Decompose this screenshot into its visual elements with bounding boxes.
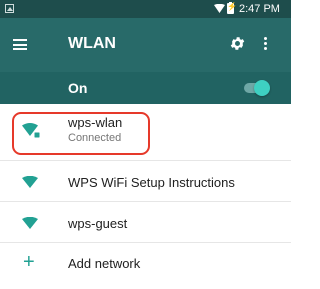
- page-title: WLAN: [68, 35, 116, 52]
- wifi-icon: [22, 176, 38, 188]
- wifi-signal-icon: [214, 4, 225, 13]
- selection-highlight-outline: [12, 112, 150, 155]
- clock: 2:47 PM: [239, 3, 280, 15]
- toggle-thumb[interactable]: [254, 80, 270, 96]
- more-options-icon[interactable]: [264, 37, 268, 53]
- add-network-item[interactable]: + Add network: [0, 243, 291, 283]
- wifi-icon: [22, 217, 38, 229]
- app-toolbar: WLAN: [0, 18, 291, 72]
- battery-charging-icon: [227, 2, 237, 14]
- network-name: wps-guest: [68, 216, 128, 231]
- status-bar: 2:47 PM: [0, 0, 291, 18]
- network-item-wps-guest[interactable]: wps-guest: [0, 202, 291, 242]
- menu-icon[interactable]: [13, 39, 27, 50]
- add-network-label: Add network: [68, 256, 141, 271]
- network-name: WPS WiFi Setup Instructions: [68, 175, 235, 190]
- gear-icon[interactable]: [229, 35, 246, 52]
- plus-icon: +: [23, 251, 35, 273]
- wlan-master-switch-bar[interactable]: On: [0, 72, 291, 104]
- image-notification-icon: [5, 4, 14, 13]
- switch-state-label: On: [68, 80, 88, 96]
- network-item-wps-wifi-setup-instructions[interactable]: WPS WiFi Setup Instructions: [0, 161, 291, 201]
